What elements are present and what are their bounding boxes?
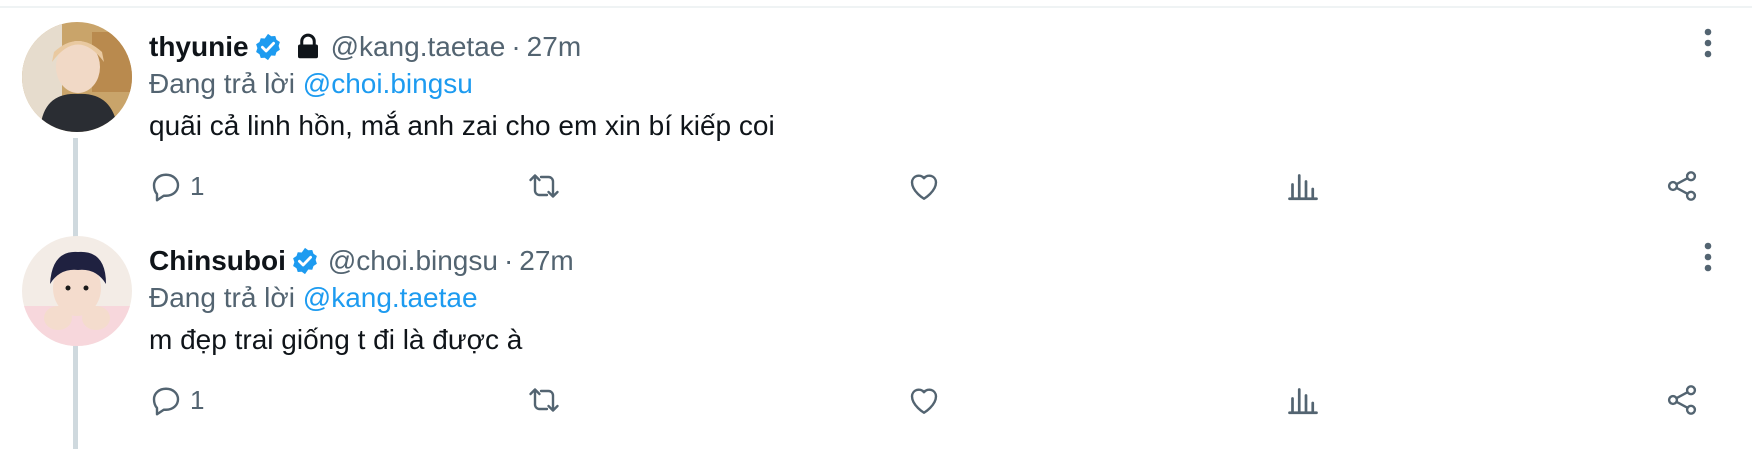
like-button[interactable]	[906, 380, 942, 420]
timestamp[interactable]: 27m	[527, 31, 581, 63]
views-button[interactable]	[1285, 166, 1321, 206]
avatar[interactable]	[22, 22, 132, 132]
views-chart-icon	[1288, 388, 1318, 415]
reply-tweet[interactable]: Chinsuboi @choi.bingsu · 27m Đang trả lờ…	[0, 232, 1752, 442]
tweet-header: thyunie @kang.taetae · 27m	[149, 28, 581, 66]
avatar[interactable]	[22, 236, 132, 346]
verified-badge-icon	[290, 246, 320, 276]
user-handle[interactable]: @kang.taetae	[331, 31, 506, 63]
reply-icon	[152, 173, 180, 202]
replying-to-mention[interactable]: @choi.bingsu	[303, 68, 473, 99]
replying-to-label: Đang trả lời	[149, 68, 295, 99]
share-icon	[1667, 171, 1697, 201]
tweet-text: m đẹp trai giống t đi là được à	[149, 324, 523, 355]
retweet-button[interactable]	[526, 380, 562, 420]
timestamp[interactable]: 27m	[519, 245, 573, 277]
views-button[interactable]	[1285, 380, 1321, 420]
lock-icon	[293, 32, 323, 62]
share-icon	[1667, 385, 1697, 415]
top-divider	[0, 6, 1752, 8]
reply-count: 1	[190, 384, 205, 415]
tweet-text: quãi cả linh hồn, mắ anh zai cho em xin …	[149, 110, 775, 141]
replying-to: Đang trả lời @kang.taetae	[149, 282, 478, 314]
share-button[interactable]	[1664, 380, 1700, 420]
separator-dot: ·	[503, 245, 514, 276]
reply-icon	[152, 387, 180, 416]
separator-dot: ·	[511, 31, 521, 62]
reply-button[interactable]: 1	[148, 166, 204, 206]
heart-icon	[910, 174, 938, 200]
reply-tweet[interactable]: thyunie @kang.taetae · 27m Đang trả lời …	[0, 18, 1752, 228]
retweet-icon	[529, 388, 559, 412]
heart-icon	[910, 388, 938, 414]
display-name[interactable]: thyunie	[149, 31, 249, 63]
verified-badge-icon	[253, 32, 283, 62]
more-vertical-icon[interactable]	[1694, 240, 1722, 274]
replying-to: Đang trả lời @choi.bingsu	[149, 68, 473, 100]
more-vertical-icon[interactable]	[1694, 26, 1722, 60]
replying-to-mention[interactable]: @kang.taetae	[303, 282, 478, 313]
views-chart-icon	[1288, 174, 1318, 201]
reply-button[interactable]: 1	[148, 380, 204, 420]
reply-count: 1	[190, 170, 205, 201]
retweet-icon	[529, 174, 559, 198]
retweet-button[interactable]	[526, 166, 562, 206]
share-button[interactable]	[1664, 166, 1700, 206]
replying-to-label: Đang trả lời	[149, 282, 295, 313]
like-button[interactable]	[906, 166, 942, 206]
display-name[interactable]: Chinsuboi	[149, 245, 286, 277]
user-handle[interactable]: @choi.bingsu	[328, 245, 498, 277]
tweet-header: Chinsuboi @choi.bingsu · 27m	[149, 242, 574, 280]
